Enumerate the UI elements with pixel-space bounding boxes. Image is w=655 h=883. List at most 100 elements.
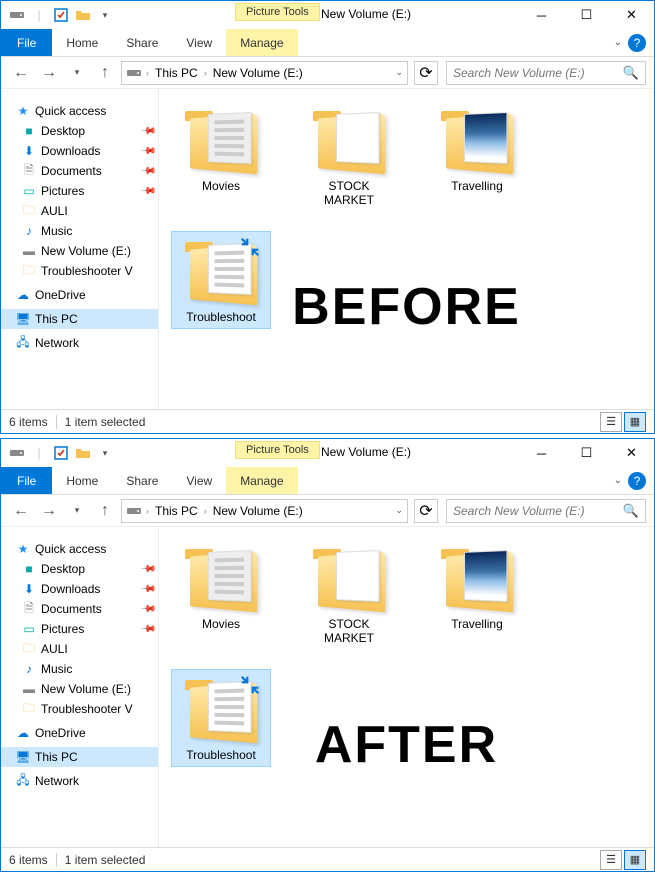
files-pane[interactable]: Movies STOCK MARKET Travelling Troublesh… xyxy=(159,89,654,409)
nav-music[interactable]: ♪Music xyxy=(1,221,158,241)
file-tab[interactable]: File xyxy=(1,467,52,494)
new-folder-icon[interactable] xyxy=(73,5,93,25)
nav-new-volume[interactable]: ▬New Volume (E:) xyxy=(1,679,158,699)
nav-desktop[interactable]: ■Desktop📌 xyxy=(1,121,158,141)
details-view-button[interactable]: ☰ xyxy=(600,850,622,870)
window-controls: ─ ☐ ✕ xyxy=(519,439,654,467)
navigation-pane[interactable]: ★Quick access ■Desktop📌 ⬇Downloads📌 🗎Doc… xyxy=(1,89,159,409)
view-tab[interactable]: View xyxy=(172,29,226,56)
search-input[interactable] xyxy=(453,504,623,518)
folder-troubleshoot[interactable]: Troubleshoot xyxy=(171,231,271,329)
breadcrumb-this-pc[interactable]: This PC xyxy=(153,66,200,80)
status-separator xyxy=(56,415,57,429)
share-tab[interactable]: Share xyxy=(112,467,172,494)
chevron-right-icon[interactable]: › xyxy=(146,68,149,78)
nav-pictures[interactable]: ▭Pictures📌 xyxy=(1,181,158,201)
address-dropdown-icon[interactable]: ⌄ xyxy=(395,67,403,78)
file-tab[interactable]: File xyxy=(1,29,52,56)
manage-tab[interactable]: Manage xyxy=(226,29,297,56)
up-button[interactable]: ↑ xyxy=(93,499,117,523)
nav-music[interactable]: ♪Music xyxy=(1,659,158,679)
view-tab[interactable]: View xyxy=(172,467,226,494)
nav-documents[interactable]: 🗎Documents📌 xyxy=(1,161,158,181)
refresh-button[interactable]: ⟳ xyxy=(414,499,438,523)
large-icons-view-button[interactable]: ▦ xyxy=(624,850,646,870)
nav-onedrive[interactable]: ☁OneDrive xyxy=(1,285,158,305)
nav-troubleshooter[interactable]: 🗀Troubleshooter V xyxy=(1,261,158,281)
files-pane[interactable]: Movies STOCK MARKET Travelling Troublesh… xyxy=(159,527,654,847)
folder-icon: 🗀 xyxy=(21,263,37,279)
nav-onedrive[interactable]: ☁OneDrive xyxy=(1,723,158,743)
help-icon[interactable]: ? xyxy=(628,34,646,52)
details-view-button[interactable]: ☰ xyxy=(600,412,622,432)
properties-icon[interactable] xyxy=(51,443,71,463)
manage-tab[interactable]: Manage xyxy=(226,467,297,494)
nav-auli[interactable]: 🗀AULI xyxy=(1,201,158,221)
properties-icon[interactable] xyxy=(51,5,71,25)
folder-travelling[interactable]: Travelling xyxy=(427,539,527,649)
forward-button[interactable]: → xyxy=(37,499,61,523)
nav-auli[interactable]: 🗀AULI xyxy=(1,639,158,659)
maximize-button[interactable]: ☐ xyxy=(564,439,609,467)
nav-troubleshooter[interactable]: 🗀Troubleshooter V xyxy=(1,699,158,719)
nav-documents[interactable]: 🗎Documents📌 xyxy=(1,599,158,619)
breadcrumb-this-pc[interactable]: This PC xyxy=(153,504,200,518)
home-tab[interactable]: Home xyxy=(52,467,112,494)
chevron-right-icon[interactable]: › xyxy=(204,506,207,516)
nav-this-pc[interactable]: 🖥This PC xyxy=(1,747,158,767)
forward-button[interactable]: → xyxy=(37,61,61,85)
minimize-button[interactable]: ─ xyxy=(519,439,564,467)
folder-movies[interactable]: Movies xyxy=(171,101,271,211)
search-input[interactable] xyxy=(453,66,623,80)
back-button[interactable]: ← xyxy=(9,61,33,85)
folder-troubleshoot[interactable]: Troubleshoot xyxy=(171,669,271,767)
nav-this-pc[interactable]: 🖥This PC xyxy=(1,309,158,329)
pictures-icon: ▭ xyxy=(21,621,37,637)
nav-network[interactable]: 🖧Network xyxy=(1,771,158,791)
close-button[interactable]: ✕ xyxy=(609,1,654,29)
recent-locations-icon[interactable]: ▾ xyxy=(65,61,89,85)
search-box[interactable]: 🔍 xyxy=(446,61,646,85)
nav-label: Pictures xyxy=(41,622,84,636)
large-icons-view-button[interactable]: ▦ xyxy=(624,412,646,432)
nav-downloads[interactable]: ⬇Downloads📌 xyxy=(1,579,158,599)
nav-pictures[interactable]: ▭Pictures📌 xyxy=(1,619,158,639)
pc-icon: 🖥 xyxy=(15,749,31,765)
new-folder-icon[interactable] xyxy=(73,443,93,463)
folder-stock-market[interactable]: STOCK MARKET xyxy=(299,539,399,649)
search-box[interactable]: 🔍 xyxy=(446,499,646,523)
qat-dropdown-icon[interactable]: ▾ xyxy=(95,5,115,25)
nav-quick-access[interactable]: ★Quick access xyxy=(1,101,158,121)
chevron-right-icon[interactable]: › xyxy=(146,506,149,516)
ribbon-expand-icon[interactable]: ⌄ xyxy=(614,475,622,486)
help-icon[interactable]: ? xyxy=(628,472,646,490)
folder-stock-market[interactable]: STOCK MARKET xyxy=(299,101,399,211)
chevron-right-icon[interactable]: › xyxy=(204,68,207,78)
navigation-pane[interactable]: ★Quick access ■Desktop📌 ⬇Downloads📌 🗎Doc… xyxy=(1,527,159,847)
share-tab[interactable]: Share xyxy=(112,29,172,56)
folder-travelling[interactable]: Travelling xyxy=(427,101,527,211)
home-tab[interactable]: Home xyxy=(52,29,112,56)
folder-movies[interactable]: Movies xyxy=(171,539,271,649)
close-button[interactable]: ✕ xyxy=(609,439,654,467)
qat-dropdown-icon[interactable]: ▾ xyxy=(95,443,115,463)
breadcrumb-volume[interactable]: New Volume (E:) xyxy=(211,66,305,80)
address-dropdown-icon[interactable]: ⌄ xyxy=(395,505,403,516)
address-bar[interactable]: › This PC › New Volume (E:) ⌄ xyxy=(121,61,408,85)
nav-desktop[interactable]: ■Desktop📌 xyxy=(1,559,158,579)
search-icon[interactable]: 🔍 xyxy=(623,503,639,519)
nav-downloads[interactable]: ⬇Downloads📌 xyxy=(1,141,158,161)
nav-network[interactable]: 🖧Network xyxy=(1,333,158,353)
address-bar[interactable]: › This PC › New Volume (E:) ⌄ xyxy=(121,499,408,523)
nav-new-volume[interactable]: ▬New Volume (E:) xyxy=(1,241,158,261)
search-icon[interactable]: 🔍 xyxy=(623,65,639,81)
back-button[interactable]: ← xyxy=(9,499,33,523)
maximize-button[interactable]: ☐ xyxy=(564,1,609,29)
up-button[interactable]: ↑ xyxy=(93,61,117,85)
ribbon-expand-icon[interactable]: ⌄ xyxy=(614,37,622,48)
recent-locations-icon[interactable]: ▾ xyxy=(65,499,89,523)
minimize-button[interactable]: ─ xyxy=(519,1,564,29)
nav-quick-access[interactable]: ★Quick access xyxy=(1,539,158,559)
refresh-button[interactable]: ⟳ xyxy=(414,61,438,85)
breadcrumb-volume[interactable]: New Volume (E:) xyxy=(211,504,305,518)
